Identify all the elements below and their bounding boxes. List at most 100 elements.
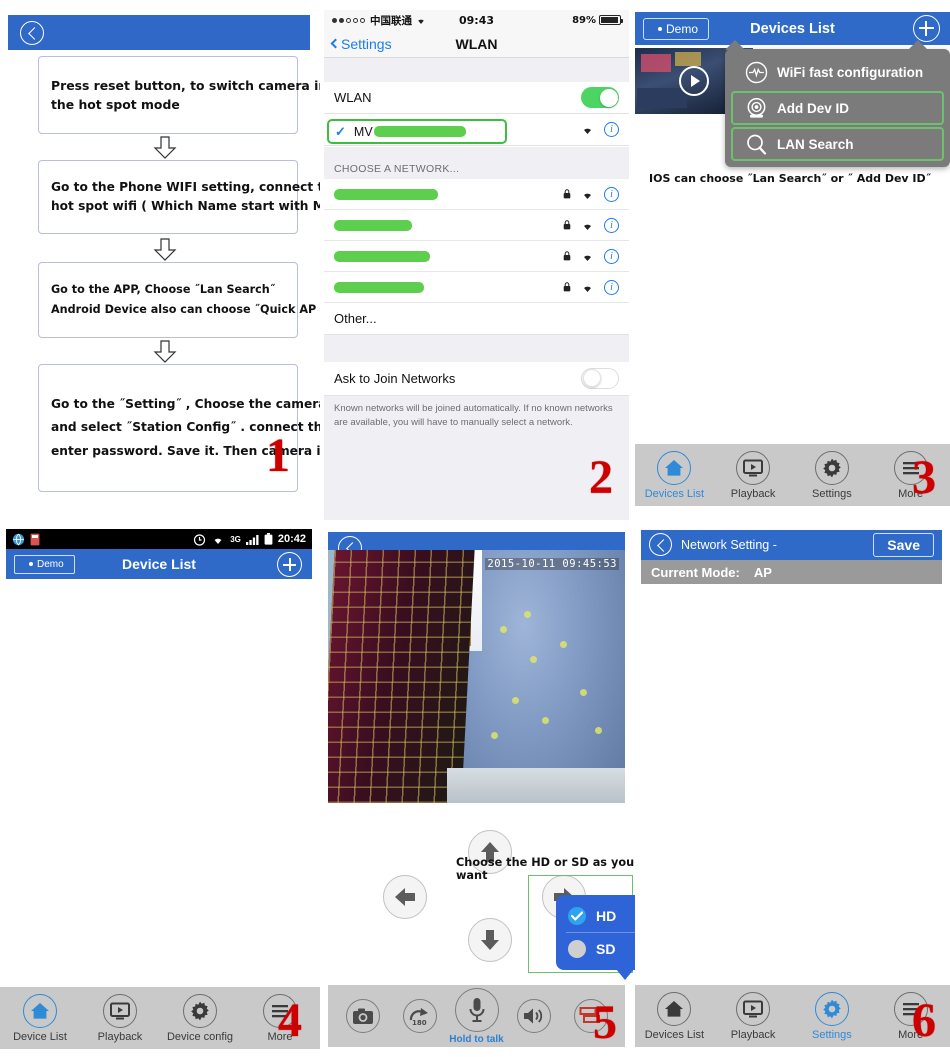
popup-item-lan-search[interactable]: LAN Search xyxy=(731,127,944,161)
device-list-nav-bar: Demo Device List xyxy=(6,549,312,579)
wifi-wave-icon xyxy=(745,61,768,84)
screenshot-grid: Press reset button, to switch camera int… xyxy=(0,0,950,1057)
info-icon[interactable]: i xyxy=(604,186,619,202)
plus-circle-icon[interactable] xyxy=(913,15,940,42)
camera-snapshot-icon xyxy=(345,999,380,1033)
flow-box-3-line-2: Android Device also can choose ˝Quick AP… xyxy=(51,303,320,316)
tab-settings[interactable]: Settings xyxy=(793,991,872,1041)
tab-device-config[interactable]: Device config xyxy=(160,993,240,1043)
video-floor-region xyxy=(446,767,625,803)
microphone-icon xyxy=(454,987,499,1032)
tab-devices-list[interactable]: Devices List xyxy=(635,450,714,500)
ask-to-join-row[interactable]: Ask to Join Networks xyxy=(324,362,629,396)
tab-devices-list[interactable]: Devices List xyxy=(635,991,714,1041)
home-icon xyxy=(657,450,692,485)
flow-box-2: Go to the Phone WIFI setting, connect th… xyxy=(38,160,320,234)
tab-playback[interactable]: Playback xyxy=(80,993,160,1043)
demo-back-button[interactable]: Demo xyxy=(14,554,75,574)
flow-box-4-line-2: and select ˝Station Config˝ . connect th… xyxy=(51,420,320,435)
tab-label: Devices List xyxy=(644,1028,705,1041)
browser-icon xyxy=(12,533,25,546)
svg-text:180: 180 xyxy=(412,1019,427,1026)
play-icon[interactable] xyxy=(679,66,709,96)
tab-playback[interactable]: Playback xyxy=(714,991,793,1041)
quality-option-sd[interactable]: SD xyxy=(556,934,635,964)
snapshot-button[interactable] xyxy=(334,999,391,1033)
flip-button[interactable]: 180 xyxy=(391,999,448,1033)
talk-button[interactable]: Hold to talk xyxy=(448,987,505,1045)
camera-dome-icon xyxy=(745,97,768,120)
demo-back-button[interactable]: Demo xyxy=(643,17,710,40)
back-chevron-icon[interactable] xyxy=(20,21,44,45)
plus-circle-icon[interactable] xyxy=(277,551,302,577)
flow-box-2-line-1: Go to the Phone WIFI setting, connect th… xyxy=(51,180,320,195)
current-mode-bar: Current Mode: AP xyxy=(641,560,942,584)
wlan-footnote: Known networks will be joined automatica… xyxy=(324,396,629,520)
tab-playback[interactable]: Playback xyxy=(714,450,793,500)
popup-item-label: LAN Search xyxy=(777,136,854,152)
devices-list-nav-bar: Demo Devices List xyxy=(635,12,950,45)
bottom-tab-bar: Devices List Playback Settings More xyxy=(635,444,950,506)
battery-icon xyxy=(599,15,623,25)
flip-180-icon: 180 xyxy=(402,999,437,1033)
flow-box-4-line-1: Go to the ˝Setting˝ , Choose the camera … xyxy=(51,397,320,412)
battery-icon xyxy=(264,533,273,545)
flow-box-1-line-2: the hot spot mode xyxy=(51,97,180,112)
home-icon xyxy=(657,991,692,1026)
wlan-switch[interactable] xyxy=(581,87,619,108)
popup-item-add-dev-id[interactable]: Add Dev ID xyxy=(731,91,944,125)
popup-item-wifi-fast-configuration[interactable]: WiFi fast configuration xyxy=(731,55,944,89)
popup-item-label: WiFi fast configuration xyxy=(777,64,924,80)
network-row-2[interactable]: i xyxy=(324,210,629,241)
network-row-3[interactable]: i xyxy=(324,241,629,272)
network-row-1[interactable]: i xyxy=(324,179,629,210)
battery-area: 89% xyxy=(572,14,623,26)
bottom-tab-bar: Device List Playback Device config More xyxy=(0,987,320,1049)
sdcard-icon xyxy=(30,533,40,545)
step-number-1: 1 xyxy=(266,429,290,482)
alarm-icon xyxy=(194,533,206,546)
panel-step-3: Demo Devices List WiFi fast configuratio… xyxy=(635,0,950,520)
tab-more[interactable]: More xyxy=(871,991,950,1041)
gear-icon xyxy=(183,993,217,1028)
flow-box-4-line-3: enter password. Save it. Then camera is … xyxy=(51,443,320,458)
current-mode-label: Current Mode: xyxy=(651,564,740,580)
lock-icon xyxy=(563,251,571,261)
tab-label: Settings xyxy=(812,1028,852,1041)
step-number-6: 6 xyxy=(912,994,936,1047)
flow-box-4: Go to the ˝Setting˝ , Choose the camer a … xyxy=(38,364,320,492)
tab-more[interactable]: More xyxy=(871,450,950,500)
info-icon[interactable]: i xyxy=(604,217,619,233)
quality-option-hd[interactable]: HD xyxy=(556,901,635,931)
back-chevron-icon[interactable] xyxy=(649,533,672,556)
wifi-icon xyxy=(584,193,591,199)
save-button[interactable]: Save xyxy=(873,533,934,557)
battery-percent: 89% xyxy=(572,14,596,26)
checkmark-icon: ✓ xyxy=(335,123,346,139)
live-video-view[interactable]: 2015-10-11 09:45:53 xyxy=(328,550,625,803)
wifi-icon xyxy=(584,224,591,230)
page-title: WLAN xyxy=(455,35,498,52)
ask-to-join-switch[interactable] xyxy=(581,368,619,389)
step-number-2: 2 xyxy=(589,451,613,504)
redacted-ssid-mask xyxy=(334,219,412,231)
other-network-row[interactable]: Other... xyxy=(324,303,629,335)
wlan-toggle-row[interactable]: WLAN xyxy=(324,82,629,114)
info-icon[interactable]: i xyxy=(604,122,619,137)
tab-settings[interactable]: Settings xyxy=(793,450,872,500)
connected-network-highlight[interactable]: ✓ MV xyxy=(327,119,507,144)
info-icon[interactable]: i xyxy=(604,248,619,264)
network-type-label: 3G xyxy=(230,534,241,544)
tab-device-list[interactable]: Device List xyxy=(0,993,80,1043)
network-row-4[interactable]: i xyxy=(324,272,629,303)
quality-label: HD xyxy=(596,908,617,924)
ios-status-bar: 中国联通 09:43 89% xyxy=(324,10,629,30)
popup-divider xyxy=(566,932,635,933)
down-arrow-icon[interactable] xyxy=(468,918,512,962)
playback-icon xyxy=(103,993,137,1028)
info-icon[interactable]: i xyxy=(604,279,619,295)
panel1-app-bar xyxy=(8,15,310,50)
speaker-button[interactable] xyxy=(505,999,562,1033)
left-arrow-icon[interactable] xyxy=(383,875,427,919)
demo-label: Demo xyxy=(37,558,64,570)
